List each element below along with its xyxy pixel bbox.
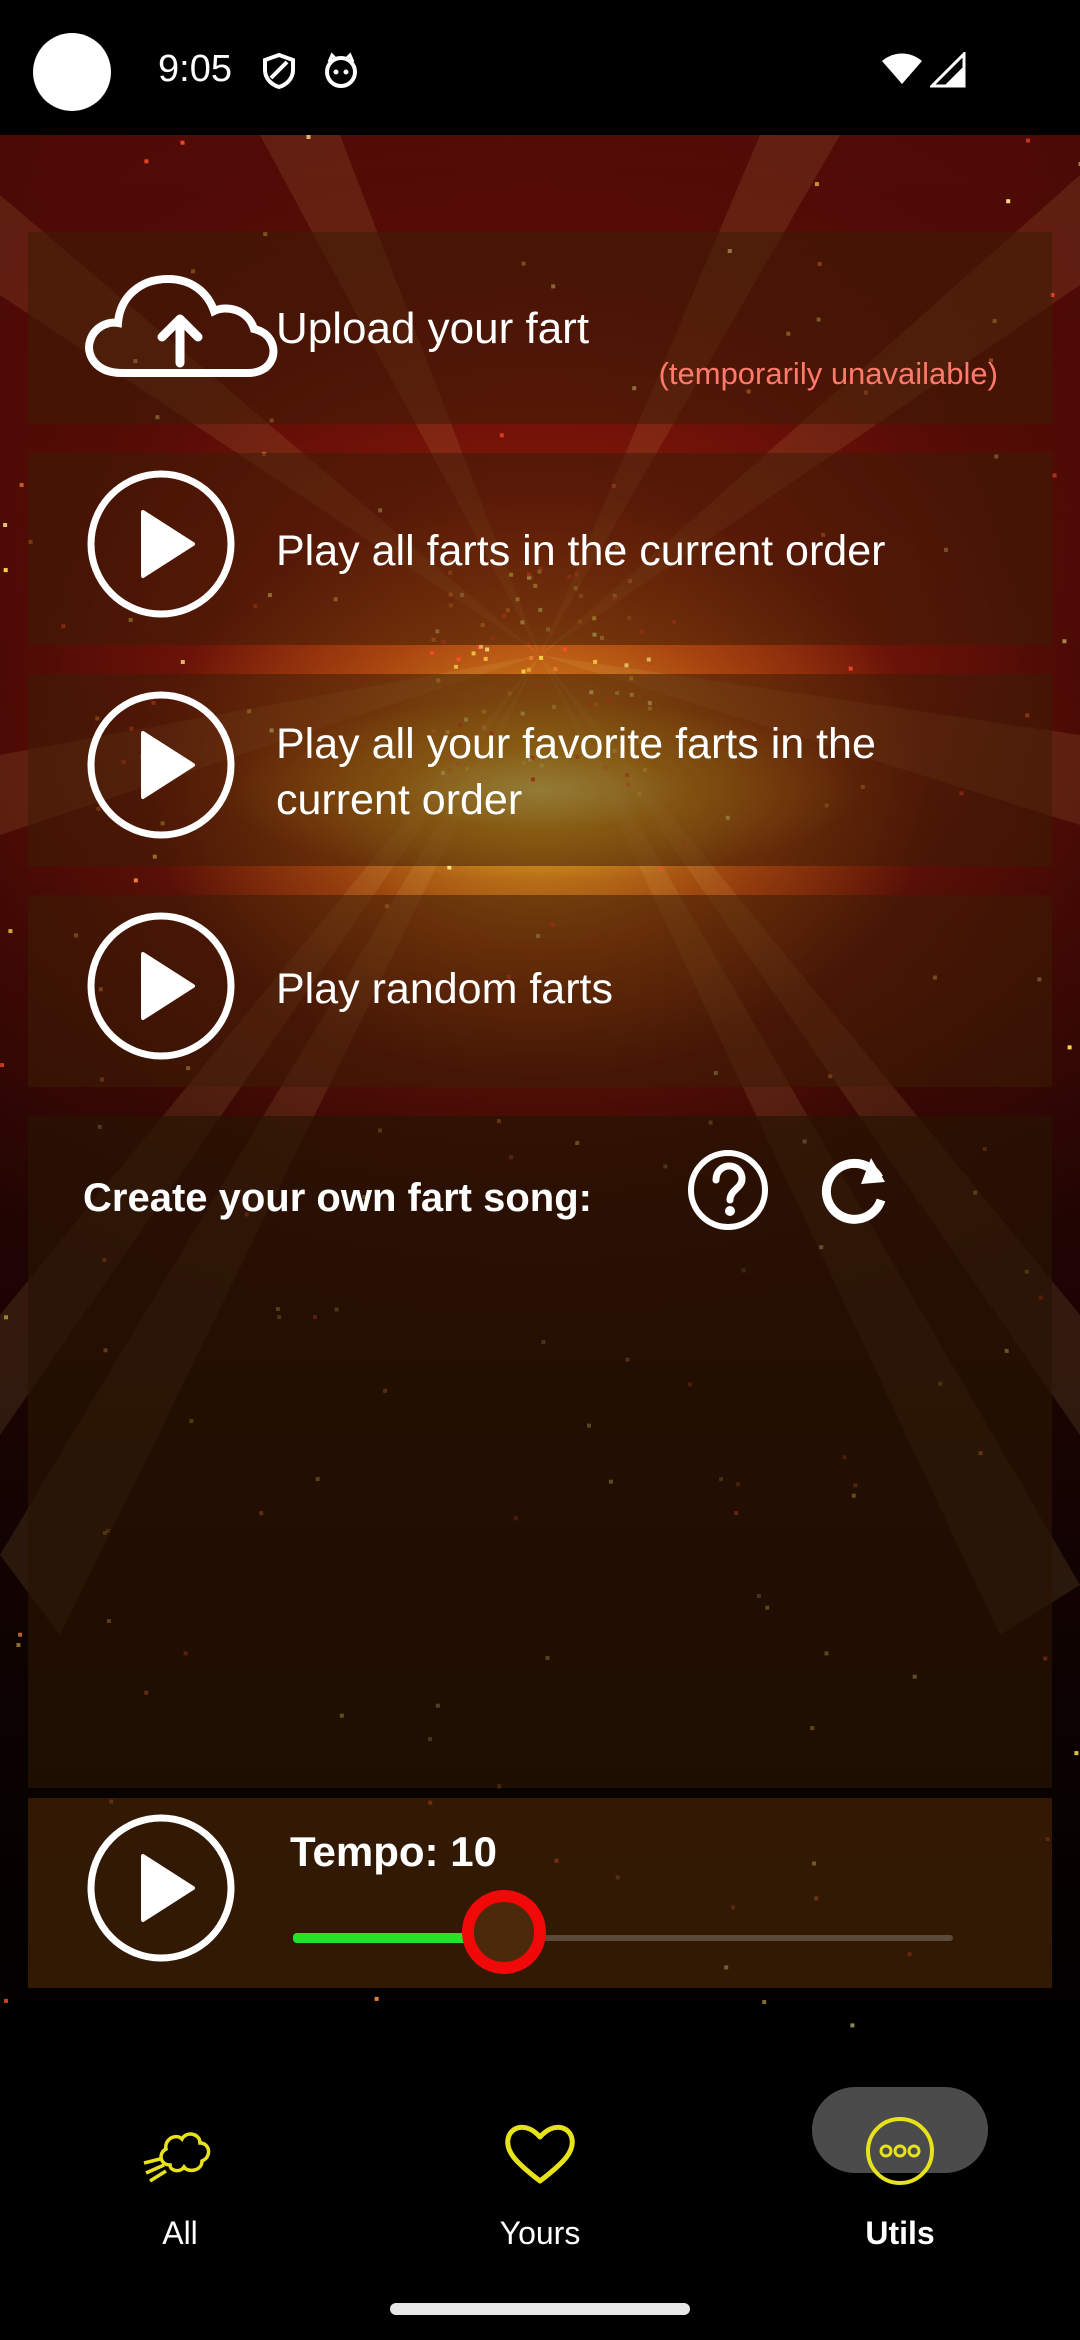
camera-cutout [33, 33, 111, 111]
status-time: 9:05 [158, 48, 232, 90]
upload-fart-row[interactable]: Upload your fart (temporarily unavailabl… [28, 232, 1052, 424]
sparkle [374, 1996, 379, 2001]
tab-yours[interactable]: Yours [420, 2095, 660, 2265]
fart-song-editor-area[interactable] [28, 1236, 1052, 1896]
play-favorites-label-line2: current order [276, 776, 523, 824]
sparkle [499, 433, 504, 438]
sparkle [483, 656, 488, 661]
cloud-upload-icon [85, 274, 278, 377]
sparkle [306, 135, 311, 139]
play-all-label: Play all farts in the current order [276, 527, 886, 575]
play-random-row[interactable]: Play random farts [28, 895, 1052, 1087]
signal-icon [930, 52, 966, 88]
play-icon[interactable] [85, 910, 237, 1062]
sparkle [180, 140, 185, 145]
sparkle [526, 667, 531, 672]
sparkle [16, 1643, 21, 1647]
sparkle [762, 2000, 767, 2004]
tab-utils-label: Utils [865, 2215, 935, 2251]
wifi-icon [882, 53, 922, 84]
sparkle [659, 867, 663, 871]
play-favorites-row[interactable]: Play all your favorite farts in the curr… [28, 674, 1052, 866]
tab-all-label: All [162, 2215, 198, 2251]
sparkle [0, 1063, 5, 1068]
sparkle [3, 523, 8, 527]
sparkle [429, 651, 434, 655]
sparkle [1006, 199, 1011, 204]
fart-cloud-icon [143, 2132, 211, 2183]
sparkle [539, 655, 544, 660]
shield-icon [263, 52, 295, 90]
tab-yours-label: Yours [499, 2215, 581, 2251]
sparkle [814, 182, 819, 187]
status-bar: 9:05 [0, 0, 1080, 135]
sparkle [4, 1315, 8, 1320]
sparkle [646, 657, 651, 662]
unavailable-note: (temporarily unavailable) [658, 356, 998, 391]
cat-face-icon [325, 52, 357, 88]
sparkle [456, 657, 461, 662]
sparkle [454, 664, 458, 669]
sparkle [553, 667, 558, 672]
sparkle [1074, 1751, 1079, 1756]
sparkle [144, 159, 149, 164]
play-favorites-label: Play all your favorite farts in the curr… [276, 716, 876, 828]
tempo-row: Tempo: 10 [28, 1798, 1052, 1988]
sparkle [1062, 639, 1067, 644]
sparkle [1026, 138, 1030, 143]
sparkle [485, 647, 490, 652]
sparkle [133, 878, 138, 883]
more-dots-icon [866, 2117, 934, 2185]
sparkle [850, 2023, 855, 2028]
tab-utils[interactable]: Utils [780, 2095, 1020, 2265]
refresh-icon[interactable] [813, 1148, 897, 1232]
sparkle [521, 669, 526, 674]
play-icon[interactable] [85, 689, 237, 841]
sparkle [8, 929, 13, 934]
fart-song-panel: Create your own fart song: [28, 1116, 1052, 1788]
sparkle [848, 666, 853, 671]
sparkle [479, 644, 484, 649]
tempo-slider[interactable] [293, 1890, 953, 1974]
sparkle [4, 1998, 8, 2003]
app-screen: 9:05 Upload your fart (temporarily unava… [0, 0, 1080, 2340]
sparkle [1052, 473, 1057, 478]
play-icon[interactable] [85, 468, 237, 620]
sparkle [562, 647, 567, 652]
sparkle [180, 660, 185, 664]
sparkle [624, 663, 629, 668]
slider-thumb[interactable] [462, 1890, 547, 1974]
play-all-row[interactable]: Play all farts in the current order [28, 453, 1052, 645]
fart-song-title: Create your own fart song: [83, 1176, 592, 1220]
play-favorites-label-line1: Play all your favorite farts in the [276, 720, 876, 768]
sparkle [447, 865, 452, 870]
heart-icon [505, 2124, 575, 2184]
tab-all[interactable]: All [60, 2095, 300, 2265]
tempo-label: Tempo: 10 [290, 1828, 497, 1875]
sparkle [18, 1632, 23, 1637]
sparkle [593, 659, 598, 664]
home-indicator[interactable] [390, 2303, 690, 2315]
sparkle [3, 568, 8, 573]
sparkle [471, 651, 476, 656]
sparkle [1067, 1045, 1072, 1050]
play-song-icon[interactable] [85, 1812, 237, 1964]
help-icon[interactable] [686, 1148, 770, 1232]
upload-label: Upload your fart [276, 304, 590, 353]
sparkle [19, 483, 24, 487]
sparkle [529, 656, 534, 660]
play-random-label: Play random farts [276, 965, 613, 1013]
